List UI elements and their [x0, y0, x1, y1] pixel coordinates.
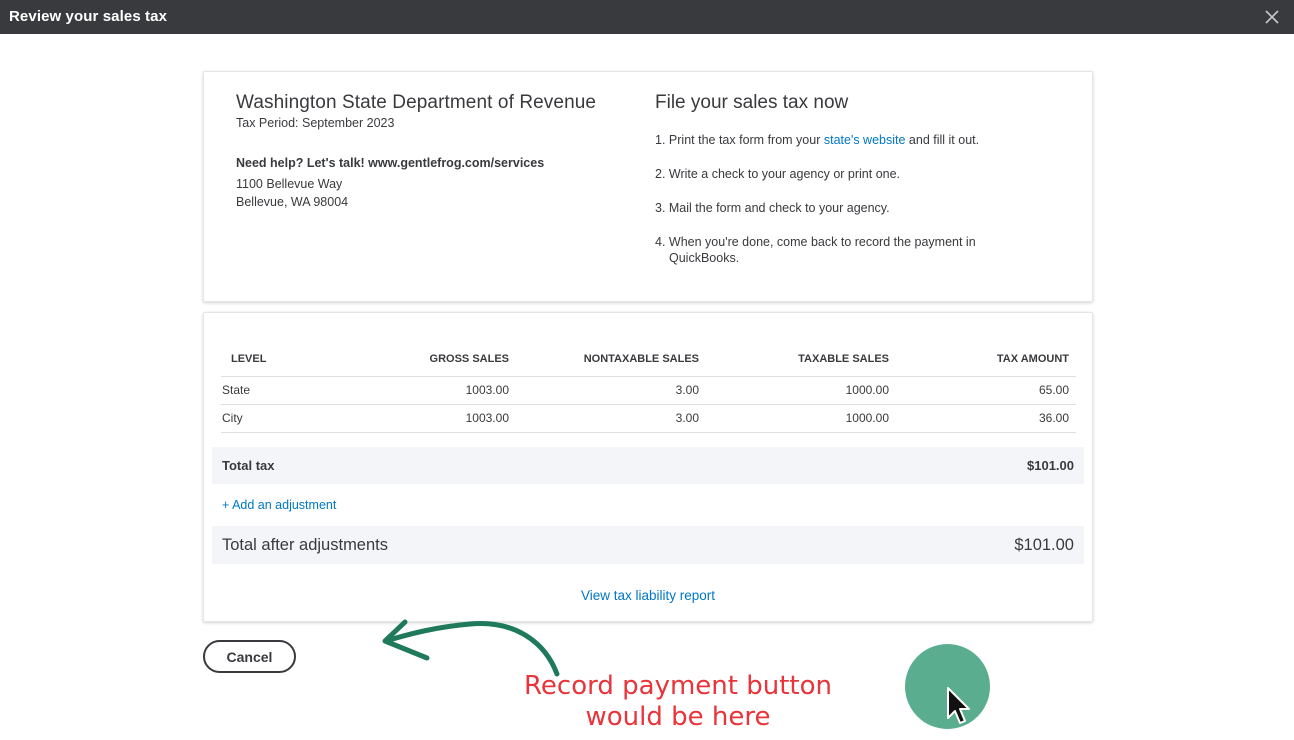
- gross-sales-cell: 1003.00: [331, 404, 516, 433]
- total-tax-label: Total tax: [222, 458, 275, 473]
- taxable-sales-cell: 1000.00: [706, 404, 896, 433]
- nontaxable-sales-cell: 3.00: [516, 404, 706, 433]
- table-row: State 1003.00 3.00 1000.00 65.00: [221, 376, 1076, 405]
- step-1: 1. Print the tax form from your state's …: [655, 133, 980, 147]
- tax-amount-cell: 65.00: [896, 376, 1076, 405]
- tax-amount-cell: 36.00: [896, 404, 1076, 433]
- filing-steps: 1. Print the tax form from your state's …: [655, 132, 1035, 284]
- table-row: City 1003.00 3.00 1000.00 36.00: [221, 404, 1076, 433]
- header-taxable-sales: TAXABLE SALES: [706, 343, 896, 377]
- total-tax-value: $101.00: [1027, 458, 1074, 473]
- header-level: LEVEL: [221, 343, 331, 377]
- agency-info-card: Washington State Department of Revenue T…: [203, 71, 1093, 302]
- tax-period: Tax Period: September 2023: [236, 116, 395, 130]
- help-text: Need help? Let's talk! www.gentlefrog.co…: [236, 156, 545, 170]
- header-gross-sales: GROSS SALES: [331, 343, 516, 377]
- step-3: 3. Mail the form and check to your agenc…: [655, 201, 890, 215]
- tax-table: LEVEL GROSS SALES NONTAXABLE SALES TAXAB…: [221, 343, 1076, 433]
- file-sales-tax-title: File your sales tax now: [655, 92, 849, 113]
- tax-summary-card: LEVEL GROSS SALES NONTAXABLE SALES TAXAB…: [203, 312, 1093, 622]
- level-cell: State: [221, 376, 331, 405]
- dialog-title: Review your sales tax: [9, 8, 168, 25]
- mouse-pointer-icon: [947, 687, 970, 724]
- address-line-2: Bellevue, WA 98004: [236, 195, 349, 209]
- agency-name: Washington State Department of Revenue: [236, 92, 597, 113]
- step-2: 2. Write a check to your agency or print…: [655, 167, 901, 181]
- header-tax-amount: TAX AMOUNT: [896, 343, 1076, 377]
- total-after-adjustments-row: Total after adjustments $101.00: [212, 526, 1084, 564]
- step-4: 4. When you're done, come back to record…: [655, 235, 976, 265]
- title-bar: Review your sales tax: [0, 0, 1294, 34]
- close-icon[interactable]: [1262, 7, 1282, 27]
- cancel-button[interactable]: Cancel: [203, 640, 296, 673]
- total-after-adjustments-value: $101.00: [1014, 536, 1074, 554]
- add-adjustment-link[interactable]: + Add an adjustment: [222, 498, 336, 512]
- total-tax-row: Total tax $101.00: [212, 447, 1084, 484]
- state-website-link[interactable]: state's website: [824, 133, 906, 147]
- level-cell: City: [221, 404, 331, 433]
- total-after-adjustments-label: Total after adjustments: [222, 536, 388, 554]
- header-nontaxable-sales: NONTAXABLE SALES: [516, 343, 706, 377]
- record-payment-annotation: Record payment button would be here: [524, 671, 832, 732]
- table-header-row: LEVEL GROSS SALES NONTAXABLE SALES TAXAB…: [221, 343, 1076, 377]
- nontaxable-sales-cell: 3.00: [516, 376, 706, 405]
- address-line-1: 1100 Bellevue Way: [236, 177, 343, 191]
- taxable-sales-cell: 1000.00: [706, 376, 896, 405]
- view-tax-liability-report-link[interactable]: View tax liability report: [204, 588, 1092, 603]
- gross-sales-cell: 1003.00: [331, 376, 516, 405]
